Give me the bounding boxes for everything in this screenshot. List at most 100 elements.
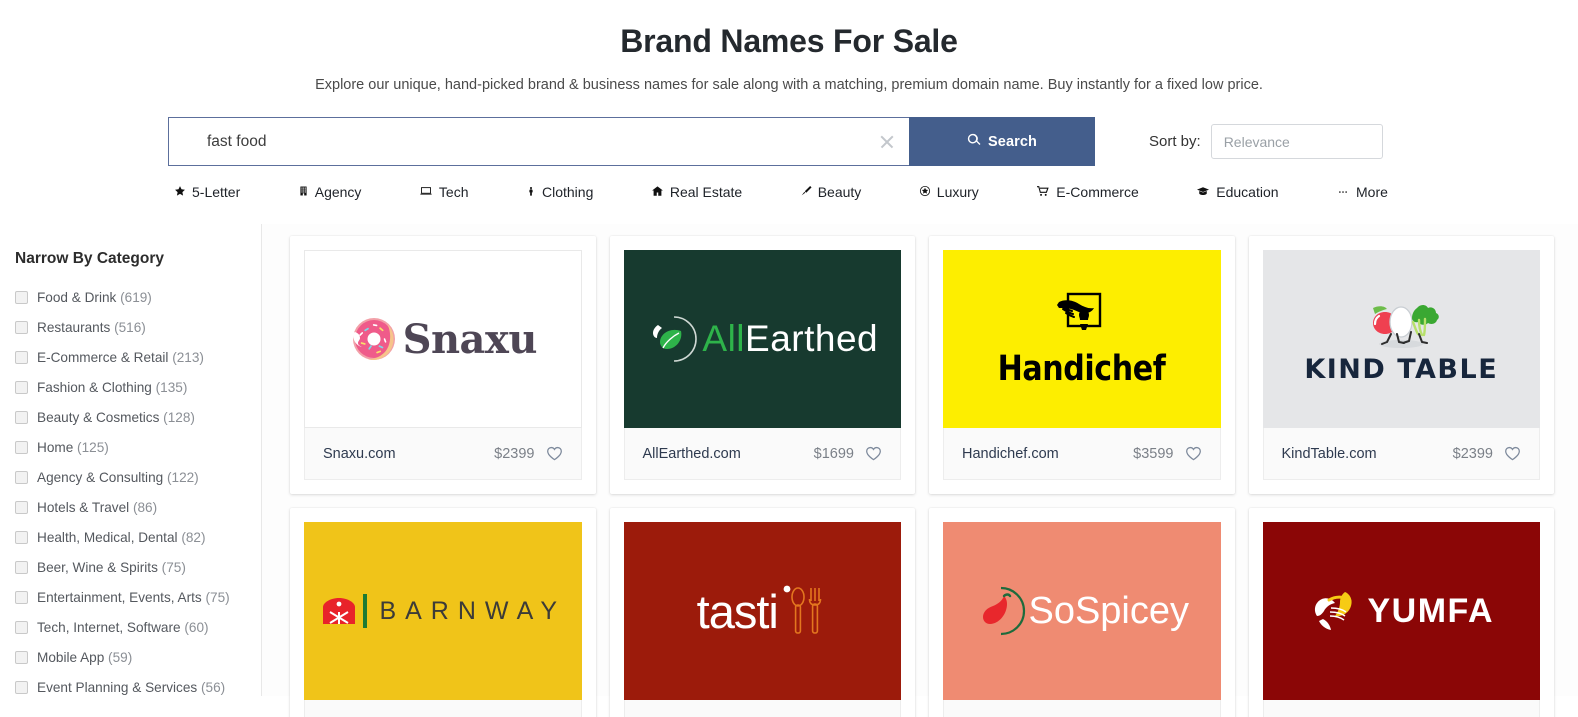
favorite-heart-button[interactable] <box>546 445 563 462</box>
facet-count: (213) <box>168 349 204 365</box>
facet-row[interactable]: Event Planning & Services (56) <box>15 672 261 702</box>
category-nav-label: E-Commerce <box>1056 184 1139 201</box>
facet-row[interactable]: Food & Drink (619) <box>15 282 261 312</box>
brand-domain-name[interactable]: AllEarthed.com <box>643 446 741 462</box>
facet-row[interactable]: Home (125) <box>15 432 261 462</box>
facet-list: Food & Drink (619) Restaurants (516) E-Com… <box>15 282 261 702</box>
search-input[interactable] <box>169 118 909 166</box>
brand-logo-tile[interactable]: Snaxu <box>304 250 582 429</box>
facet-row[interactable]: Agency & Consulting (122) <box>15 462 261 492</box>
category-nav-item-e-commerce[interactable]: E-Commerce <box>1036 184 1139 201</box>
category-nav-item-tech[interactable]: Tech <box>419 184 469 200</box>
facet-checkbox[interactable] <box>15 440 28 454</box>
brand-card[interactable]: Snaxu Snaxu.com $2399 <box>290 236 596 495</box>
close-x-icon[interactable] <box>879 134 895 150</box>
brand-card[interactable]: SoSpicey SoSpicey.com <box>929 508 1235 717</box>
heart-outline-icon[interactable] <box>1185 445 1202 462</box>
facet-row[interactable]: Entertainment, Events, Arts (75) <box>15 582 261 612</box>
brand-card[interactable]: KIND TABLE KindTable.com $2399 <box>1248 236 1554 495</box>
brand-card[interactable]: Handichef Handichef.com $3599 <box>929 236 1235 495</box>
category-nav-item-beauty[interactable]: Beauty <box>800 184 862 201</box>
facet-row[interactable]: Fashion & Clothing (135) <box>15 372 261 402</box>
favorite-heart-button[interactable] <box>1504 445 1521 462</box>
tshirt-icon <box>526 185 536 200</box>
category-nav-label: Real Estate <box>669 184 743 201</box>
brand-logo-tile[interactable]: KIND TABLE <box>1262 250 1540 429</box>
search-button[interactable]: Search <box>909 117 1095 167</box>
facet-row[interactable]: Mobile App (59) <box>15 642 261 672</box>
facet-checkbox[interactable] <box>15 680 28 694</box>
facet-checkbox[interactable] <box>15 470 28 484</box>
star-icon <box>174 185 186 199</box>
facet-checkbox[interactable] <box>15 320 28 334</box>
facet-checkbox[interactable] <box>15 500 28 514</box>
laptop-icon <box>419 185 433 199</box>
donut-icon <box>352 318 395 361</box>
facet-row[interactable]: Beauty & Cosmetics (128) <box>15 402 261 432</box>
logo-wordmark: YUMFA <box>1367 591 1494 630</box>
facet-checkbox[interactable] <box>15 350 28 364</box>
logo-sospicey: SoSpicey <box>974 584 1189 638</box>
facet-row[interactable]: E-Commerce & Retail (213) <box>15 342 261 372</box>
facet-checkbox[interactable] <box>15 290 28 304</box>
brand-logo-tile[interactable]: All Earthed <box>623 250 901 429</box>
brand-domain-name[interactable]: Handichef.com <box>962 446 1059 462</box>
facet-checkbox[interactable] <box>15 620 28 634</box>
brand-domain-name[interactable]: Snaxu.com <box>323 446 396 462</box>
facet-row[interactable]: Hotels & Travel (86) <box>15 492 261 522</box>
brand-card-footer: KindTable.com $2399 <box>1262 428 1540 481</box>
facet-row[interactable]: Restaurants (516) <box>15 312 261 342</box>
brand-card[interactable]: tasti Tasti.com <box>609 508 915 717</box>
logo-snaxu: Snaxu <box>349 314 537 364</box>
facet-label: Mobile App (59) <box>37 649 133 665</box>
logo-tasti: tasti <box>697 581 828 641</box>
facet-label: Hotels & Travel (86) <box>37 499 158 515</box>
facet-checkbox[interactable] <box>15 650 28 664</box>
facet-checkbox[interactable] <box>15 410 28 424</box>
category-nav-label: Beauty <box>817 184 862 201</box>
facet-checkbox[interactable] <box>15 380 28 394</box>
brand-card-footer: AllEarthed.com $1699 <box>623 428 901 481</box>
brand-card[interactable]: BARNWAY Barnway.com <box>290 508 596 717</box>
facet-row[interactable]: Beer, Wine & Spirits (75) <box>15 552 261 582</box>
brand-card-footer: Yumfa.com <box>1262 700 1540 717</box>
brand-logo-tile[interactable]: YUMFA <box>1262 522 1540 701</box>
category-nav-item-clothing[interactable]: Clothing <box>526 184 593 200</box>
logo-barnway: BARNWAY <box>319 591 566 631</box>
category-nav-item-5-letter[interactable]: 5-Letter <box>174 184 240 200</box>
facet-checkbox[interactable] <box>15 590 28 604</box>
facet-label: Health, Medical, Dental (82) <box>37 529 206 545</box>
facet-label: Agency & Consulting (122) <box>37 469 199 485</box>
brand-card[interactable]: YUMFA Yumfa.com <box>1248 508 1554 717</box>
search-box: Search <box>168 117 1095 167</box>
category-nav-item-real-estate[interactable]: Real Estate <box>651 184 742 200</box>
favorite-heart-button[interactable] <box>1185 445 1202 462</box>
logo-kindtable: KIND TABLE <box>1304 294 1498 385</box>
brand-logo-tile[interactable]: SoSpicey <box>943 522 1221 701</box>
magnifier-icon <box>967 133 981 151</box>
sort-select[interactable]: Relevance <box>1210 124 1383 160</box>
heart-outline-icon[interactable] <box>865 445 882 462</box>
logo-yumfa: YUMFA <box>1309 586 1495 636</box>
facet-checkbox[interactable] <box>15 560 28 574</box>
category-nav-item-luxury[interactable]: Luxury <box>919 184 979 200</box>
brand-logo-tile[interactable]: Handichef <box>943 250 1221 429</box>
category-nav-item-agency[interactable]: Agency <box>298 184 361 200</box>
brand-logo-tile[interactable]: BARNWAY <box>304 522 582 701</box>
brand-domain-name[interactable]: KindTable.com <box>1282 446 1377 462</box>
category-nav-label: Tech <box>438 184 469 201</box>
favorite-heart-button[interactable] <box>865 445 882 462</box>
heart-outline-icon[interactable] <box>1504 445 1521 462</box>
facet-row[interactable]: Health, Medical, Dental (82) <box>15 522 261 552</box>
facet-checkbox[interactable] <box>15 530 28 544</box>
heart-outline-icon[interactable] <box>546 445 563 462</box>
category-nav-item-more[interactable]: More <box>1336 184 1388 200</box>
brand-card[interactable]: All Earthed AllEarthed.com $1699 <box>609 236 915 495</box>
divider-bar <box>363 594 368 629</box>
category-nav-item-education[interactable]: Education <box>1196 184 1279 200</box>
brand-logo-tile[interactable]: tasti <box>623 522 901 701</box>
ellipsis-icon <box>1336 186 1350 199</box>
cart-icon <box>1036 185 1050 199</box>
chef-hand-icon <box>1056 292 1101 330</box>
facet-row[interactable]: Tech, Internet, Software (60) <box>15 612 261 642</box>
